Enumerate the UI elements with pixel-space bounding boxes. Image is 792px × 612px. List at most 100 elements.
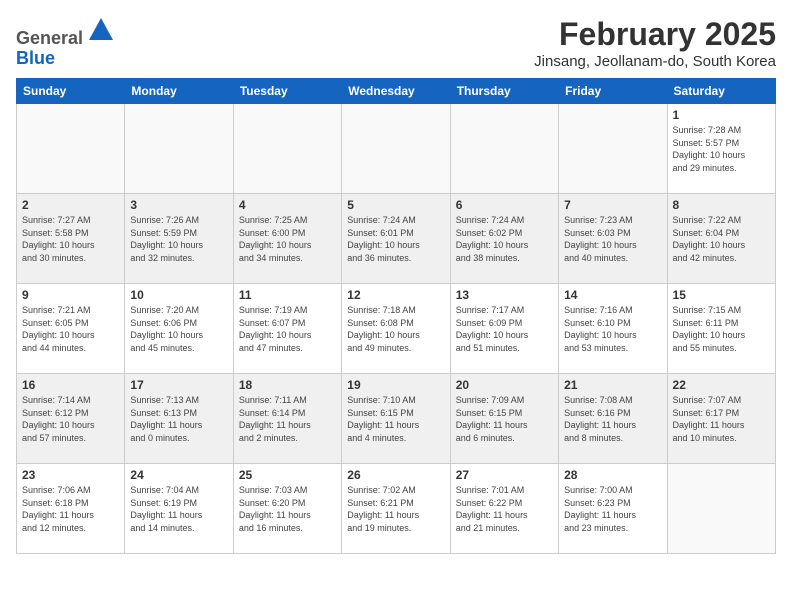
day-number: 5 <box>347 198 444 212</box>
day-info: Sunrise: 7:16 AM Sunset: 6:10 PM Dayligh… <box>564 304 661 354</box>
day-number: 24 <box>130 468 227 482</box>
weekday-header-sunday: Sunday <box>17 79 125 104</box>
calendar-cell: 11 Sunrise: 7:19 AM Sunset: 6:07 PM Dayli… <box>233 284 341 374</box>
day-info: Sunrise: 7:26 AM Sunset: 5:59 PM Dayligh… <box>130 214 227 264</box>
calendar-cell: 9Sunrise: 7:21 AM Sunset: 6:05 PM Daylig… <box>17 284 125 374</box>
calendar-cell: 8 Sunrise: 7:22 AM Sunset: 6:04 PM Daylig… <box>667 194 775 284</box>
calendar-cell: 16Sunrise: 7:14 AM Sunset: 6:12 PM Dayli… <box>17 374 125 464</box>
weekday-header-monday: Monday <box>125 79 233 104</box>
day-info: Sunrise: 7:06 AM Sunset: 6:18 PM Dayligh… <box>22 484 119 534</box>
calendar-cell: 28 Sunrise: 7:00 AM Sunset: 6:23 PM Dayli… <box>559 464 667 554</box>
day-info: Sunrise: 7:09 AM Sunset: 6:15 PM Dayligh… <box>456 394 553 444</box>
calendar-cell: 23 Sunrise: 7:06 AM Sunset: 6:18 PM Dayli… <box>17 464 125 554</box>
calendar-cell <box>450 104 558 194</box>
day-info: Sunrise: 7:19 AM Sunset: 6:07 PM Dayligh… <box>239 304 336 354</box>
day-number: 25 <box>239 468 336 482</box>
day-info: Sunrise: 7:13 AM Sunset: 6:13 PM Dayligh… <box>130 394 227 444</box>
day-info: Sunrise: 7:08 AM Sunset: 6:16 PM Dayligh… <box>564 394 661 444</box>
day-number: 23 <box>22 468 119 482</box>
calendar-cell: 22Sunrise: 7:07 AM Sunset: 6:17 PM Dayli… <box>667 374 775 464</box>
day-number: 14 <box>564 288 661 302</box>
day-number: 11 <box>239 288 336 302</box>
day-number: 6 <box>456 198 553 212</box>
calendar-cell: 18 Sunrise: 7:11 AM Sunset: 6:14 PM Dayli… <box>233 374 341 464</box>
day-info: Sunrise: 7:28 AM Sunset: 5:57 PM Dayligh… <box>673 124 770 174</box>
calendar-cell: 14 Sunrise: 7:16 AM Sunset: 6:10 PM Dayli… <box>559 284 667 374</box>
day-number: 20 <box>456 378 553 392</box>
day-info: Sunrise: 7:02 AM Sunset: 6:21 PM Dayligh… <box>347 484 444 534</box>
day-number: 28 <box>564 468 661 482</box>
calendar-cell: 17 Sunrise: 7:13 AM Sunset: 6:13 PM Dayli… <box>125 374 233 464</box>
day-info: Sunrise: 7:21 AM Sunset: 6:05 PM Dayligh… <box>22 304 119 354</box>
calendar-cell: 19 Sunrise: 7:10 AM Sunset: 6:15 PM Dayli… <box>342 374 450 464</box>
calendar-week-row: 23 Sunrise: 7:06 AM Sunset: 6:18 PM Dayli… <box>17 464 776 554</box>
day-number: 2 <box>22 198 119 212</box>
day-number: 17 <box>130 378 227 392</box>
day-number: 19 <box>347 378 444 392</box>
day-number: 26 <box>347 468 444 482</box>
day-number: 13 <box>456 288 553 302</box>
day-info: Sunrise: 7:24 AM Sunset: 6:02 PM Dayligh… <box>456 214 553 264</box>
calendar-cell: 21 Sunrise: 7:08 AM Sunset: 6:16 PM Dayli… <box>559 374 667 464</box>
calendar-cell: 20 Sunrise: 7:09 AM Sunset: 6:15 PM Dayli… <box>450 374 558 464</box>
day-number: 1 <box>673 108 770 122</box>
page-header: General Blue February 2025 Jinsang, Jeol… <box>16 16 776 70</box>
day-number: 18 <box>239 378 336 392</box>
calendar-cell: 27 Sunrise: 7:01 AM Sunset: 6:22 PM Dayli… <box>450 464 558 554</box>
day-number: 3 <box>130 198 227 212</box>
calendar-cell: 5Sunrise: 7:24 AM Sunset: 6:01 PM Daylig… <box>342 194 450 284</box>
calendar-table: SundayMondayTuesdayWednesdayThursdayFrid… <box>16 78 776 554</box>
day-info: Sunrise: 7:07 AM Sunset: 6:17 PM Dayligh… <box>673 394 770 444</box>
day-info: Sunrise: 7:04 AM Sunset: 6:19 PM Dayligh… <box>130 484 227 534</box>
calendar-cell: 1 Sunrise: 7:28 AM Sunset: 5:57 PM Daylig… <box>667 104 775 194</box>
day-number: 21 <box>564 378 661 392</box>
weekday-header-thursday: Thursday <box>450 79 558 104</box>
day-info: Sunrise: 7:01 AM Sunset: 6:22 PM Dayligh… <box>456 484 553 534</box>
day-info: Sunrise: 7:15 AM Sunset: 6:11 PM Dayligh… <box>673 304 770 354</box>
day-number: 16 <box>22 378 119 392</box>
calendar-cell: 13 Sunrise: 7:17 AM Sunset: 6:09 PM Dayli… <box>450 284 558 374</box>
month-title: February 2025 <box>534 16 776 53</box>
title-block: February 2025 Jinsang, Jeollanam-do, Sou… <box>534 16 776 70</box>
calendar-cell: 15 Sunrise: 7:15 AM Sunset: 6:11 PM Dayli… <box>667 284 775 374</box>
calendar-cell <box>233 104 341 194</box>
calendar-week-row: 16Sunrise: 7:14 AM Sunset: 6:12 PM Dayli… <box>17 374 776 464</box>
calendar-cell: 4 Sunrise: 7:25 AM Sunset: 6:00 PM Daylig… <box>233 194 341 284</box>
calendar-header-row: SundayMondayTuesdayWednesdayThursdayFrid… <box>17 79 776 104</box>
day-number: 27 <box>456 468 553 482</box>
logo-blue: Blue <box>16 48 55 68</box>
day-info: Sunrise: 7:11 AM Sunset: 6:14 PM Dayligh… <box>239 394 336 444</box>
day-info: Sunrise: 7:20 AM Sunset: 6:06 PM Dayligh… <box>130 304 227 354</box>
calendar-cell: 24 Sunrise: 7:04 AM Sunset: 6:19 PM Dayli… <box>125 464 233 554</box>
calendar-cell <box>667 464 775 554</box>
calendar-cell: 7 Sunrise: 7:23 AM Sunset: 6:03 PM Daylig… <box>559 194 667 284</box>
logo-icon <box>87 16 115 44</box>
day-info: Sunrise: 7:27 AM Sunset: 5:58 PM Dayligh… <box>22 214 119 264</box>
calendar-cell <box>125 104 233 194</box>
calendar-cell: 26 Sunrise: 7:02 AM Sunset: 6:21 PM Dayli… <box>342 464 450 554</box>
location: Jinsang, Jeollanam-do, South Korea <box>534 53 776 70</box>
day-number: 4 <box>239 198 336 212</box>
day-number: 12 <box>347 288 444 302</box>
calendar-cell: 6 Sunrise: 7:24 AM Sunset: 6:02 PM Daylig… <box>450 194 558 284</box>
day-info: Sunrise: 7:03 AM Sunset: 6:20 PM Dayligh… <box>239 484 336 534</box>
day-info: Sunrise: 7:23 AM Sunset: 6:03 PM Dayligh… <box>564 214 661 264</box>
calendar-cell: 3 Sunrise: 7:26 AM Sunset: 5:59 PM Daylig… <box>125 194 233 284</box>
calendar-week-row: 2 Sunrise: 7:27 AM Sunset: 5:58 PM Daylig… <box>17 194 776 284</box>
calendar-cell <box>17 104 125 194</box>
day-info: Sunrise: 7:25 AM Sunset: 6:00 PM Dayligh… <box>239 214 336 264</box>
day-info: Sunrise: 7:22 AM Sunset: 6:04 PM Dayligh… <box>673 214 770 264</box>
day-number: 8 <box>673 198 770 212</box>
weekday-header-friday: Friday <box>559 79 667 104</box>
calendar-cell <box>559 104 667 194</box>
calendar-cell: 10 Sunrise: 7:20 AM Sunset: 6:06 PM Dayli… <box>125 284 233 374</box>
day-number: 10 <box>130 288 227 302</box>
calendar-cell <box>342 104 450 194</box>
day-info: Sunrise: 7:17 AM Sunset: 6:09 PM Dayligh… <box>456 304 553 354</box>
day-info: Sunrise: 7:00 AM Sunset: 6:23 PM Dayligh… <box>564 484 661 534</box>
day-number: 7 <box>564 198 661 212</box>
logo: General Blue <box>16 16 115 69</box>
day-info: Sunrise: 7:10 AM Sunset: 6:15 PM Dayligh… <box>347 394 444 444</box>
day-number: 15 <box>673 288 770 302</box>
weekday-header-wednesday: Wednesday <box>342 79 450 104</box>
